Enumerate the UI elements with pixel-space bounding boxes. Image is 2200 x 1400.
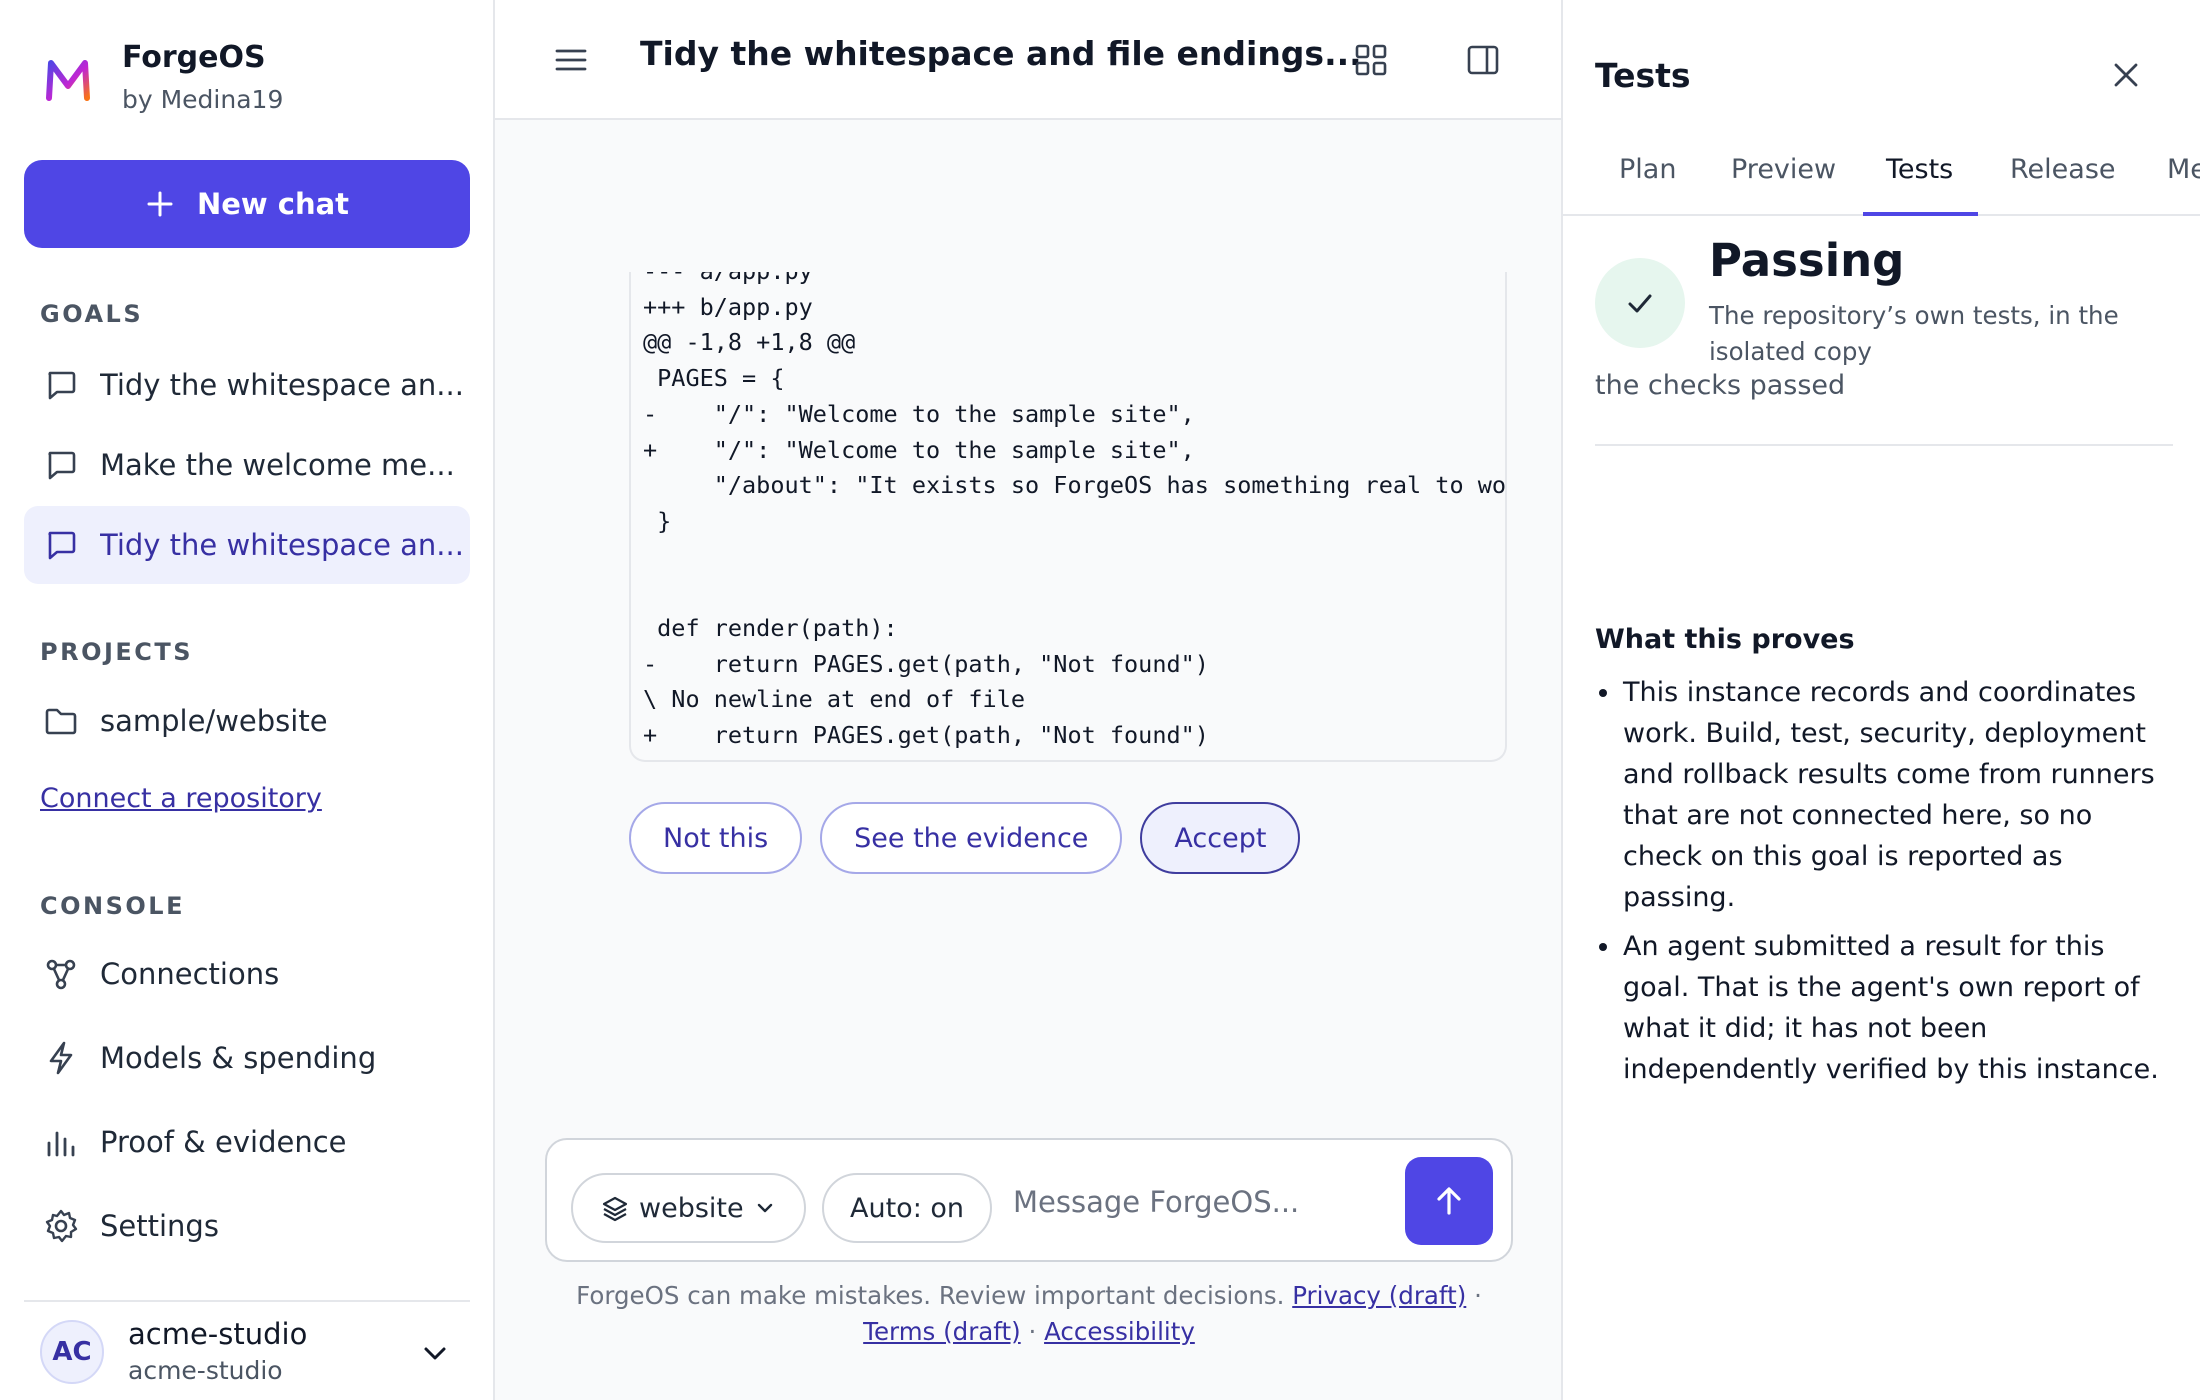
console-item-label: Models & spending	[100, 1041, 377, 1075]
layers-icon	[602, 1196, 628, 1222]
chat-main: Tidy the whitespace and file endings... …	[495, 0, 1561, 1400]
terms-link[interactable]: Terms (draft)	[863, 1317, 1021, 1346]
console-section-label: CONSOLE	[40, 892, 185, 920]
proves-list: This instance records and coordinates wo…	[1595, 672, 2175, 1098]
chat-bubble-icon	[48, 531, 76, 560]
disclaimer-text: ForgeOS can make mistakes. Review import…	[576, 1281, 1285, 1310]
goal-item-1[interactable]: Tidy the whitespace an...	[24, 346, 470, 424]
separator-dot: ·	[1474, 1281, 1482, 1310]
account-org: acme-studio	[128, 1356, 283, 1385]
console-item-label: Proof & evidence	[100, 1125, 347, 1159]
projects-section-label: PROJECTS	[40, 638, 194, 666]
goal-item-label: Tidy the whitespace an...	[100, 368, 464, 402]
brand-author: by Medina19	[122, 85, 284, 114]
accessibility-link[interactable]: Accessibility	[1044, 1317, 1195, 1346]
connect-repository-link[interactable]: Connect a repository	[40, 783, 322, 814]
bar-chart-icon	[47, 1131, 75, 1157]
privacy-link[interactable]: Privacy (draft)	[1292, 1281, 1466, 1310]
goal-item-label: Tidy the whitespace an...	[100, 528, 464, 562]
tests-panel: Tests Plan Preview Tests Release Me Pass…	[1561, 0, 2200, 1400]
message-input[interactable]	[1013, 1170, 1393, 1234]
what-this-proves-heading: What this proves	[1595, 624, 1855, 655]
goal-item-2[interactable]: Make the welcome me...	[24, 426, 470, 504]
diff-text: --- a/app.py +++ b/app.py @@ -1,8 +1,8 @…	[643, 272, 1507, 750]
connections-icon	[46, 959, 76, 990]
console-item-settings[interactable]: Settings	[24, 1187, 470, 1265]
chat-bubble-icon	[48, 451, 76, 480]
close-icon[interactable]	[2109, 58, 2143, 92]
accept-button[interactable]: Accept	[1140, 802, 1301, 874]
result-actions: Not this See the evidence Accept	[629, 802, 1301, 874]
console-item-label: Settings	[100, 1209, 219, 1243]
console-item-label: Connections	[100, 957, 280, 991]
chat-header: Tidy the whitespace and file endings...	[495, 0, 1561, 120]
tab-preview[interactable]: Preview	[1731, 154, 1836, 185]
status-note: the checks passed	[1595, 370, 1846, 401]
project-item-sample-website[interactable]: sample/website	[24, 682, 470, 760]
avatar: AC	[40, 1320, 104, 1384]
menu-icon[interactable]	[553, 42, 589, 78]
brand-name: ForgeOS	[122, 40, 266, 75]
separator-dot: ·	[1028, 1317, 1037, 1346]
goal-item-label: Make the welcome me...	[100, 448, 455, 482]
tab-release[interactable]: Release	[2010, 154, 2116, 185]
project-item-label: sample/website	[100, 704, 328, 738]
see-evidence-button[interactable]: See the evidence	[820, 802, 1123, 874]
active-tab-indicator	[1863, 212, 1978, 216]
chat-title: Tidy the whitespace and file endings...	[640, 34, 1362, 73]
status-indicator	[1595, 258, 1685, 348]
auto-mode-toggle[interactable]: Auto: on	[822, 1173, 992, 1243]
repo-selector-label: website	[639, 1192, 744, 1224]
panel-tabs: Plan Preview Tests Release Me	[1563, 142, 2200, 216]
not-this-button[interactable]: Not this	[629, 802, 803, 874]
account-divider	[24, 1300, 470, 1302]
tab-plan[interactable]: Plan	[1619, 154, 1676, 185]
lightning-icon	[49, 1041, 73, 1075]
diff-code-block: --- a/app.py +++ b/app.py @@ -1,8 +1,8 @…	[629, 272, 1507, 762]
gear-icon	[45, 1209, 78, 1243]
goal-item-3-active[interactable]: Tidy the whitespace an...	[24, 506, 470, 584]
brand: ForgeOS by Medina19	[42, 38, 283, 118]
status-title: Passing	[1709, 234, 1905, 287]
repo-selector[interactable]: website	[571, 1173, 806, 1243]
tab-tests[interactable]: Tests	[1886, 154, 1953, 185]
account-name: acme-studio	[128, 1317, 308, 1351]
console-item-models-spending[interactable]: Models & spending	[24, 1019, 470, 1097]
panel-divider	[1595, 444, 2173, 446]
console-item-connections[interactable]: Connections	[24, 935, 470, 1013]
panel-title: Tests	[1595, 56, 1691, 95]
tab-more[interactable]: Me	[2167, 154, 2200, 185]
toggle-panel-icon[interactable]	[1465, 42, 1501, 78]
plus-icon	[147, 191, 173, 217]
account-switcher[interactable]: AC acme-studio acme-studio	[24, 1310, 470, 1394]
arrow-up-icon	[1437, 1187, 1461, 1215]
sidebar: ForgeOS by Medina19 New chat GOALS Tidy …	[0, 0, 495, 1400]
chevron-down-icon	[424, 1347, 446, 1360]
chevron-down-icon	[757, 1203, 772, 1213]
message-composer: website Auto: on	[545, 1138, 1513, 1262]
console-item-proof-evidence[interactable]: Proof & evidence	[24, 1103, 470, 1181]
new-chat-button[interactable]: New chat	[24, 160, 470, 248]
grid-view-icon[interactable]	[1353, 42, 1389, 78]
forgeos-logo-icon	[46, 60, 90, 101]
check-icon	[1628, 294, 1652, 313]
goals-section-label: GOALS	[40, 300, 144, 328]
new-chat-label: New chat	[196, 187, 350, 221]
status-description: The repository’s own tests, in the isola…	[1709, 301, 2119, 366]
send-button[interactable]	[1405, 1157, 1493, 1245]
list-item: An agent submitted a result for this goa…	[1595, 926, 2175, 1090]
list-item: This instance records and coordinates wo…	[1595, 672, 2175, 918]
chat-bubble-icon	[48, 371, 76, 400]
disclaimer: ForgeOS can make mistakes. Review import…	[545, 1278, 1513, 1350]
folder-icon	[45, 708, 77, 735]
